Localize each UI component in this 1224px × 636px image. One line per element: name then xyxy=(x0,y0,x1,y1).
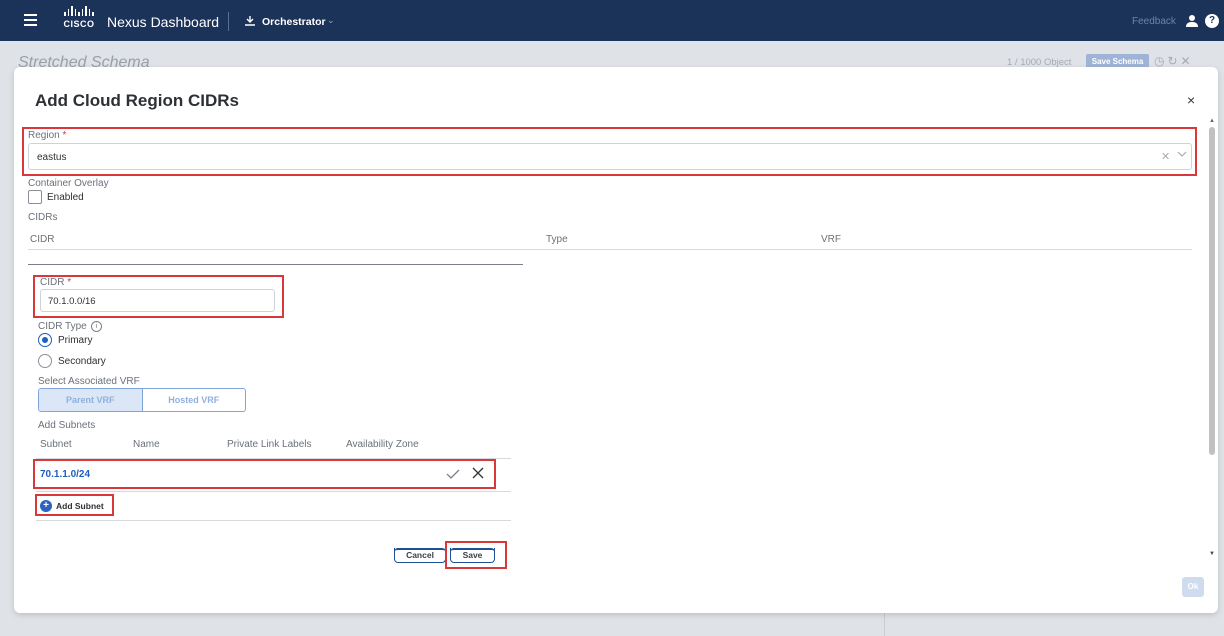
feedback-link[interactable]: Feedback xyxy=(1132,16,1176,27)
scroll-up-icon[interactable]: ▲ xyxy=(1209,118,1215,124)
column-header-type: Type xyxy=(546,234,568,245)
schema-toolbar-icons[interactable]: ◷↻✕ xyxy=(1154,54,1194,68)
highlight-subnet-row xyxy=(33,459,496,489)
primary-radio[interactable] xyxy=(38,333,52,347)
chevron-down-icon[interactable]: ⌄ xyxy=(327,15,335,26)
column-header-cidr: CIDR xyxy=(30,234,55,245)
region-select[interactable]: eastus ✕ xyxy=(28,143,1192,170)
column-header-vrf: VRF xyxy=(821,234,841,245)
column-header-availability-zone: Availability Zone xyxy=(346,439,419,450)
cidr-value: 70.1.0.0/16 xyxy=(48,296,96,307)
vrf-label: Select Associated VRF xyxy=(38,376,140,387)
hosted-vrf-tab[interactable]: Hosted VRF xyxy=(143,389,246,411)
panel-divider xyxy=(884,612,885,636)
add-subnet-button[interactable]: + Add Subnet xyxy=(40,499,104,513)
close-icon[interactable]: × xyxy=(1187,92,1195,108)
region-value: eastus xyxy=(37,152,67,163)
top-nav-bar: CISCO Nexus Dashboard Orchestrator ⌄ Fee… xyxy=(0,0,1224,41)
cisco-wordmark: CISCO xyxy=(63,19,95,29)
cancel-button[interactable]: Cancel xyxy=(394,548,446,563)
cidr-input[interactable]: 70.1.0.0/16 xyxy=(40,289,275,312)
region-label: Region * xyxy=(28,130,67,141)
add-cloud-region-cidrs-dialog: Add Cloud Region CIDRs × Region * eastus… xyxy=(14,67,1218,613)
table-header-divider xyxy=(28,249,1192,250)
cidr-label: CIDR * xyxy=(40,277,72,288)
orchestrator-icon xyxy=(245,16,255,26)
nav-divider xyxy=(228,12,229,31)
secondary-radio[interactable] xyxy=(38,354,52,368)
clear-icon[interactable]: ✕ xyxy=(1161,150,1170,163)
enabled-checkbox[interactable] xyxy=(28,190,42,204)
primary-radio-label: Primary xyxy=(58,335,93,346)
column-header-subnet: Subnet xyxy=(40,439,72,450)
ok-button[interactable]: Ok xyxy=(1182,577,1204,597)
add-subnet-label: Add Subnet xyxy=(56,501,104,511)
column-header-private-link-labels: Private Link Labels xyxy=(227,439,312,450)
dialog-scrollbar[interactable]: ▲ ▼ xyxy=(1208,118,1216,563)
subnet-value[interactable]: 70.1.1.0/24 xyxy=(40,469,90,480)
close-icon[interactable] xyxy=(471,466,485,480)
parent-vrf-tab[interactable]: Parent VRF xyxy=(39,389,143,411)
enabled-checkbox-label: Enabled xyxy=(47,192,84,203)
column-header-name: Name xyxy=(133,439,160,450)
secondary-radio-label: Secondary xyxy=(58,356,106,367)
cisco-logo: CISCO xyxy=(62,6,96,34)
chevron-down-icon[interactable] xyxy=(1177,149,1187,159)
cidrs-section-label: CIDRs xyxy=(28,212,58,223)
add-subnet-divider xyxy=(36,520,511,521)
inline-form-divider xyxy=(28,264,523,265)
dialog-title: Add Cloud Region CIDRs xyxy=(35,91,239,110)
info-icon[interactable]: i xyxy=(91,321,102,332)
plus-icon: + xyxy=(40,500,52,512)
save-button[interactable]: Save xyxy=(450,548,495,563)
check-icon[interactable] xyxy=(446,467,460,481)
scroll-down-icon[interactable]: ▼ xyxy=(1209,551,1215,557)
vrf-segmented-control: Parent VRF Hosted VRF xyxy=(38,388,246,412)
subnet-row-divider xyxy=(36,491,511,492)
add-subnets-label: Add Subnets xyxy=(38,420,96,431)
product-name: Nexus Dashboard xyxy=(107,14,220,30)
user-icon[interactable] xyxy=(1185,14,1199,28)
scroll-thumb[interactable] xyxy=(1209,127,1215,455)
app-switcher-label[interactable]: Orchestrator xyxy=(262,16,326,28)
hamburger-menu-icon[interactable] xyxy=(24,14,37,26)
cidr-type-label: CIDR Type xyxy=(38,321,87,332)
help-icon[interactable]: ? xyxy=(1205,14,1219,28)
container-overlay-label: Container Overlay xyxy=(28,178,109,189)
